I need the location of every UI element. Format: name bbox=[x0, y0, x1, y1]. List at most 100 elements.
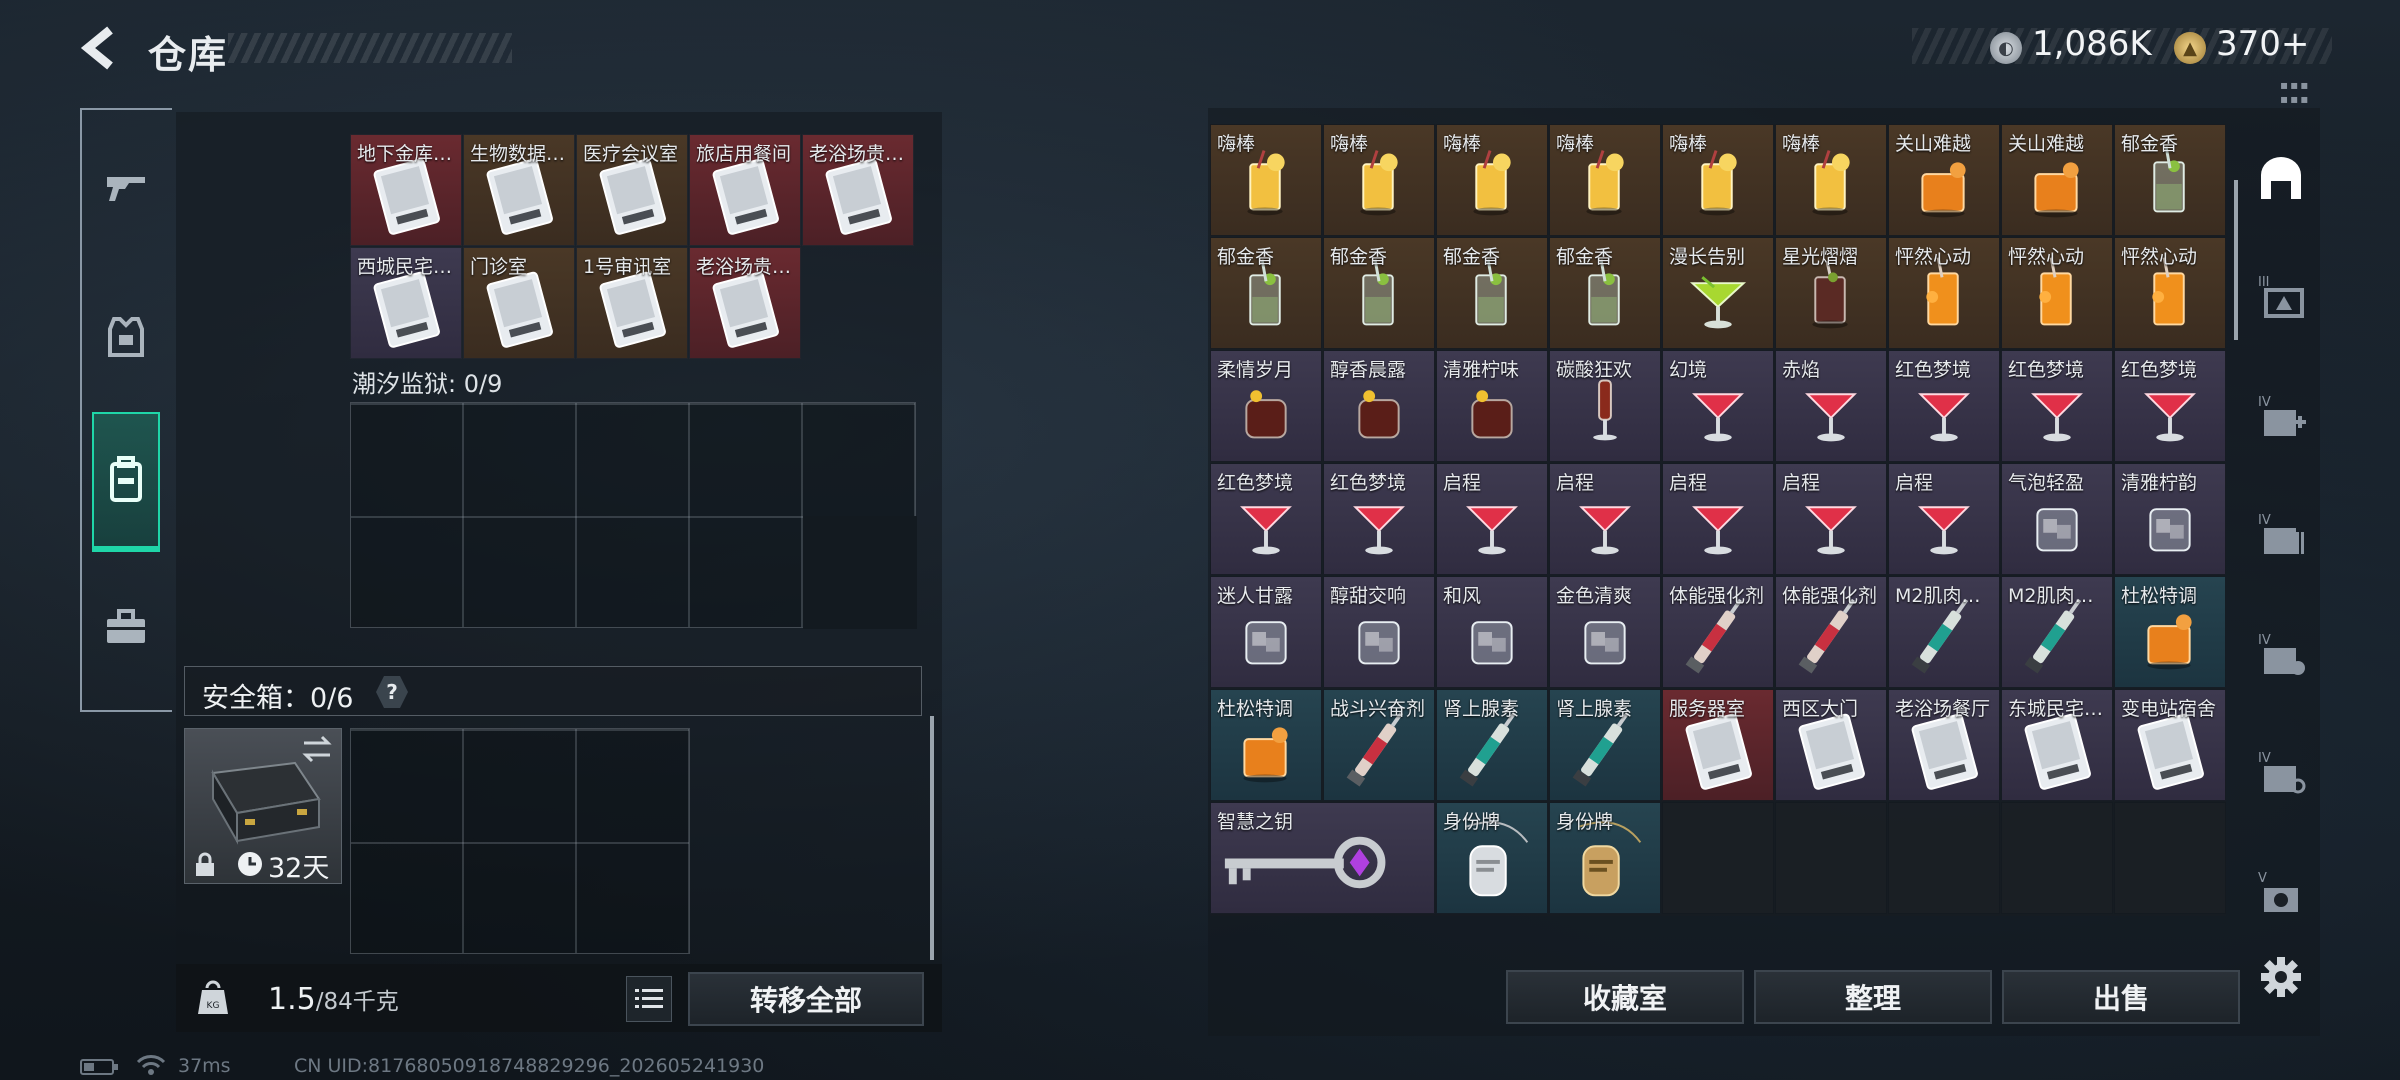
warehouse-item[interactable]: 清雅柠韵 bbox=[2114, 463, 2226, 575]
warehouse-item[interactable]: 启程 bbox=[1549, 463, 1661, 575]
transfer-all-button[interactable]: 转移全部 bbox=[688, 972, 924, 1026]
sell-button[interactable]: 出售 bbox=[2002, 970, 2240, 1024]
empty-slot[interactable] bbox=[1888, 802, 2000, 914]
warehouse-item[interactable]: 郁金香 bbox=[1549, 237, 1661, 349]
key-card-item[interactable]: 地下金库… bbox=[350, 134, 462, 246]
warehouse-item[interactable]: 怦然心动 bbox=[2001, 237, 2113, 349]
warehouse-item[interactable]: 体能强化剂 bbox=[1775, 576, 1887, 688]
list-view-button[interactable] bbox=[626, 976, 672, 1022]
nav-armor[interactable] bbox=[92, 292, 160, 382]
warehouse-item[interactable]: 体能强化剂 bbox=[1662, 576, 1774, 688]
collection-room-button[interactable]: 收藏室 bbox=[1506, 970, 1744, 1024]
warehouse-item[interactable]: 红色梦境 bbox=[1210, 463, 1322, 575]
warehouse-item[interactable]: 星光熠熠 bbox=[1775, 237, 1887, 349]
warehouse-item[interactable]: 启程 bbox=[1775, 463, 1887, 575]
warehouse-item[interactable]: 郁金香 bbox=[1210, 237, 1322, 349]
side-tab-1[interactable]: III bbox=[2254, 270, 2308, 324]
warehouse-item[interactable]: 杜松特调 bbox=[2114, 576, 2226, 688]
key-card-item[interactable]: 门诊室 bbox=[463, 247, 575, 359]
warehouse-item[interactable]: 碳酸狂欢 bbox=[1549, 350, 1661, 462]
warehouse-item[interactable]: 嗨棒 bbox=[1775, 124, 1887, 236]
warehouse-item[interactable]: 智慧之钥 bbox=[1210, 802, 1435, 914]
key-card-item[interactable]: 1号审讯室 bbox=[576, 247, 688, 359]
side-tab-2[interactable]: IV bbox=[2254, 390, 2308, 444]
warehouse-item[interactable]: M2肌肉… bbox=[2001, 576, 2113, 688]
left-scrollbar[interactable] bbox=[930, 716, 934, 960]
warehouse-item[interactable]: 身份牌 bbox=[1436, 802, 1548, 914]
warehouse-item[interactable]: 启程 bbox=[1888, 463, 2000, 575]
warehouse-item[interactable]: 金色清爽 bbox=[1549, 576, 1661, 688]
side-tab-5[interactable]: IV bbox=[2254, 746, 2308, 800]
warehouse-item[interactable]: 漫长告别 bbox=[1662, 237, 1774, 349]
warehouse-item[interactable]: 嗨棒 bbox=[1323, 124, 1435, 236]
warehouse-item[interactable]: 柔情岁月 bbox=[1210, 350, 1322, 462]
warehouse-item[interactable]: 关山难越 bbox=[2001, 124, 2113, 236]
warehouse-item[interactable]: 醇香晨露 bbox=[1323, 350, 1435, 462]
warehouse-item[interactable]: 关山难越 bbox=[1888, 124, 2000, 236]
key-card-item[interactable]: 生物数据… bbox=[463, 134, 575, 246]
key-card-item[interactable]: 医疗会议室 bbox=[576, 134, 688, 246]
swap-icon[interactable] bbox=[300, 734, 334, 764]
item-label: 体能强化剂 bbox=[1782, 585, 1878, 607]
empty-slot[interactable] bbox=[1662, 802, 1774, 914]
warehouse-item[interactable]: 赤焰 bbox=[1775, 350, 1887, 462]
key-card-item[interactable]: 老浴场贵… bbox=[802, 134, 914, 246]
warehouse-item[interactable]: 嗨棒 bbox=[1210, 124, 1322, 236]
warehouse-item[interactable]: 肾上腺素 bbox=[1436, 689, 1548, 801]
sort-button[interactable]: 整理 bbox=[1754, 970, 1992, 1024]
nav-toolbox[interactable] bbox=[92, 582, 160, 672]
prison-slot-area[interactable] bbox=[350, 402, 917, 629]
empty-slot[interactable] bbox=[2114, 802, 2226, 914]
warehouse-item[interactable]: 西区大门 bbox=[1775, 689, 1887, 801]
warehouse-item[interactable]: 醇甜交响 bbox=[1323, 576, 1435, 688]
key-card-item[interactable]: 旅店用餐间 bbox=[689, 134, 801, 246]
settings-button[interactable] bbox=[2254, 950, 2308, 1004]
warehouse-item[interactable]: 肾上腺素 bbox=[1549, 689, 1661, 801]
warehouse-item[interactable]: 身份牌 bbox=[1549, 802, 1661, 914]
nav-weapons[interactable] bbox=[92, 142, 160, 232]
side-tab-4[interactable]: IV bbox=[2254, 628, 2308, 682]
menu-dots-icon[interactable]: ▪▪▪ ▪▪▪ bbox=[2280, 78, 2310, 106]
key-card-item[interactable]: 老浴场贵… bbox=[689, 247, 801, 359]
svg-text:III: III bbox=[2258, 275, 2270, 290]
warehouse-item[interactable]: 红色梦境 bbox=[1888, 350, 2000, 462]
warehouse-item[interactable]: 东城民宅… bbox=[2001, 689, 2113, 801]
warehouse-item[interactable]: 战斗兴奋剂 bbox=[1323, 689, 1435, 801]
side-tab-3[interactable]: IV bbox=[2254, 508, 2308, 562]
warehouse-item[interactable]: 红色梦境 bbox=[2114, 350, 2226, 462]
warehouse-item[interactable]: 红色梦境 bbox=[2001, 350, 2113, 462]
warehouse-item[interactable]: 服务器室 bbox=[1662, 689, 1774, 801]
warehouse-item[interactable]: 嗨棒 bbox=[1436, 124, 1548, 236]
empty-slot[interactable] bbox=[1775, 802, 1887, 914]
warehouse-item[interactable]: 和风 bbox=[1436, 576, 1548, 688]
warehouse-item[interactable]: 嗨棒 bbox=[1549, 124, 1661, 236]
warehouse-item[interactable]: 红色梦境 bbox=[1323, 463, 1435, 575]
warehouse-item[interactable]: 变电站宿舍 bbox=[2114, 689, 2226, 801]
safe-box-slots[interactable] bbox=[350, 728, 690, 954]
right-scrollbar[interactable] bbox=[2234, 180, 2238, 340]
item-label: 启程 bbox=[1443, 472, 1482, 494]
warehouse-item[interactable]: 老浴场餐厅 bbox=[1888, 689, 2000, 801]
nav-backpack[interactable] bbox=[92, 412, 160, 552]
side-tab-6[interactable]: V bbox=[2254, 866, 2308, 920]
key-card-item[interactable]: 西城民宅… bbox=[350, 247, 462, 359]
warehouse-item[interactable]: 郁金香 bbox=[1436, 237, 1548, 349]
warehouse-item[interactable]: 迷人甘露 bbox=[1210, 576, 1322, 688]
warehouse-item[interactable]: M2肌肉… bbox=[1888, 576, 2000, 688]
warehouse-item[interactable]: 郁金香 bbox=[2114, 124, 2226, 236]
side-tab-storage[interactable] bbox=[2254, 152, 2308, 206]
warehouse-item[interactable]: 清雅柠味 bbox=[1436, 350, 1548, 462]
empty-slot[interactable] bbox=[2001, 802, 2113, 914]
warehouse-item[interactable]: 嗨棒 bbox=[1662, 124, 1774, 236]
warehouse-item[interactable]: 气泡轻盈 bbox=[2001, 463, 2113, 575]
back-arrow-icon[interactable] bbox=[80, 26, 120, 70]
warehouse-item[interactable]: 怦然心动 bbox=[1888, 237, 2000, 349]
warehouse-item[interactable]: 郁金香 bbox=[1323, 237, 1435, 349]
warehouse-item[interactable]: 杜松特调 bbox=[1210, 689, 1322, 801]
item-label: 嗨棒 bbox=[1782, 133, 1821, 155]
warehouse-item[interactable]: 启程 bbox=[1436, 463, 1548, 575]
warehouse-item[interactable]: 怦然心动 bbox=[2114, 237, 2226, 349]
warehouse-item[interactable]: 启程 bbox=[1662, 463, 1774, 575]
warehouse-item[interactable]: 幻境 bbox=[1662, 350, 1774, 462]
item-label: 碳酸狂欢 bbox=[1556, 359, 1633, 381]
